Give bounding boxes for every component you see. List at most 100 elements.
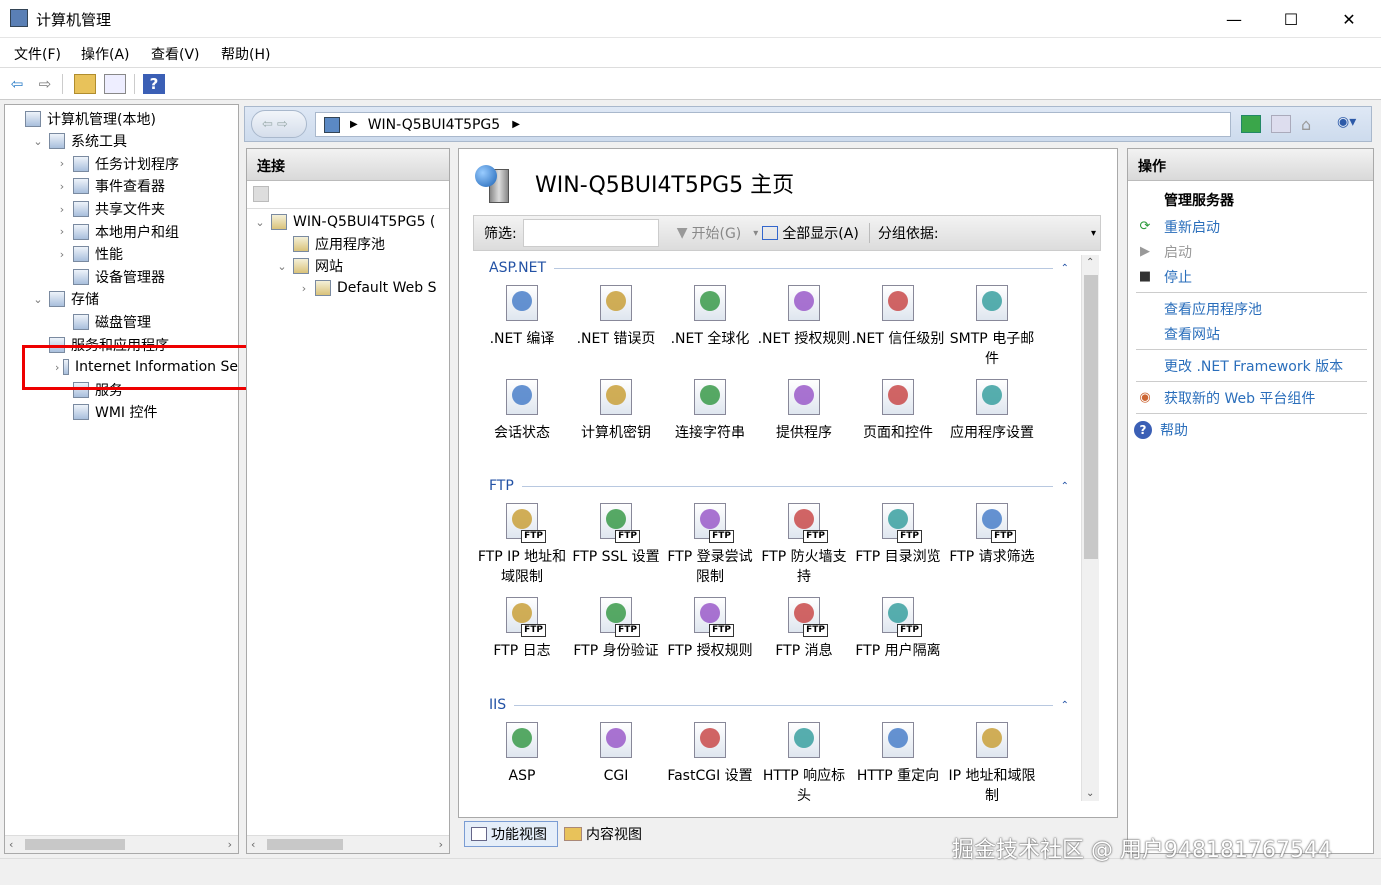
minimize-button[interactable]: — bbox=[1205, 0, 1263, 38]
expander-icon[interactable]: ⌄ bbox=[275, 260, 289, 273]
feature-item[interactable]: .NET 全球化 bbox=[663, 281, 757, 349]
action-item[interactable]: 查看网站 bbox=[1128, 321, 1373, 346]
menu-view[interactable]: 查看(V) bbox=[151, 44, 200, 64]
expander-icon[interactable]: ⌄ bbox=[253, 216, 267, 229]
close-button[interactable]: ✕ bbox=[1320, 0, 1378, 38]
collapse-icon[interactable]: ⌃ bbox=[1061, 481, 1069, 492]
menu-help[interactable]: 帮助(H) bbox=[221, 44, 270, 64]
expander-icon[interactable]: › bbox=[55, 180, 69, 193]
feature-item[interactable]: SMTP 电子邮件 bbox=[945, 281, 1039, 369]
expander-icon[interactable]: › bbox=[55, 248, 69, 261]
action-item[interactable]: ⟳ 重新启动 bbox=[1128, 214, 1373, 239]
back-arrow-icon[interactable]: ⇦ bbox=[6, 74, 28, 94]
connections-hscrollbar[interactable]: ‹ › bbox=[247, 835, 449, 853]
action-item[interactable]: ▶ 启动 bbox=[1128, 239, 1373, 264]
help-icon[interactable]: ? bbox=[143, 74, 165, 94]
address-box[interactable]: ▶ WIN-Q5BUI4T5PG5 ▶ bbox=[315, 112, 1231, 137]
action-item[interactable]: 更改 .NET Framework 版本 bbox=[1128, 353, 1373, 378]
feature-item[interactable]: FTP FTP 消息 bbox=[757, 593, 851, 661]
up-folder-icon[interactable] bbox=[74, 74, 96, 94]
tree-hscrollbar[interactable]: ‹ › bbox=[5, 835, 238, 853]
scroll-thumb[interactable] bbox=[1084, 275, 1098, 559]
feature-item[interactable]: 提供程序 bbox=[757, 375, 851, 443]
connection-node[interactable]: ⌄ 网站 bbox=[247, 255, 449, 277]
feature-item[interactable]: 会话状态 bbox=[475, 375, 569, 443]
collapse-icon[interactable]: ⌃ bbox=[1061, 263, 1069, 274]
collapse-icon[interactable]: ⌃ bbox=[1061, 700, 1069, 711]
feature-item[interactable]: FTP FTP 日志 bbox=[475, 593, 569, 661]
expander-icon[interactable]: ⌄ bbox=[31, 135, 45, 148]
tree-node[interactable]: › 事件查看器 bbox=[5, 175, 238, 198]
feature-item[interactable]: 应用程序设置 bbox=[945, 375, 1039, 443]
expander-icon[interactable]: ⌄ bbox=[31, 293, 45, 306]
go-icon[interactable] bbox=[1241, 115, 1261, 133]
feature-item[interactable]: FTP FTP SSL 设置 bbox=[569, 499, 663, 567]
expander-icon[interactable]: › bbox=[297, 282, 311, 295]
feature-item[interactable]: FTP FTP 授权规则 bbox=[663, 593, 757, 661]
scroll-thumb[interactable] bbox=[25, 839, 125, 850]
tree-node[interactable]: 磁盘管理 bbox=[5, 311, 238, 334]
expander-icon[interactable]: › bbox=[55, 203, 69, 216]
start-button[interactable]: 开始(G) bbox=[692, 223, 742, 243]
connection-node[interactable]: ⌄ WIN-Q5BUI4T5PG5 ( bbox=[247, 211, 449, 233]
maximize-button[interactable]: ☐ bbox=[1262, 0, 1320, 38]
breadcrumb-arrow-icon[interactable]: ▶ bbox=[512, 119, 520, 130]
funnel-icon[interactable]: ▼ bbox=[677, 225, 688, 241]
feature-item[interactable]: FTP FTP IP 地址和域限制 bbox=[475, 499, 569, 587]
tree-node[interactable]: › 共享文件夹 bbox=[5, 198, 238, 221]
action-item[interactable]: ? 帮助 bbox=[1128, 417, 1373, 442]
section-header[interactable]: IIS ⌃ bbox=[489, 694, 1069, 716]
group-by-dropdown[interactable]: 分组依据: bbox=[878, 223, 939, 243]
section-header[interactable]: FTP ⌃ bbox=[489, 475, 1069, 497]
action-item[interactable]: 查看应用程序池 bbox=[1128, 296, 1373, 321]
connection-node[interactable]: 应用程序池 bbox=[247, 233, 449, 255]
show-hide-tree-icon[interactable] bbox=[104, 74, 126, 94]
tree-node[interactable]: › 本地用户和组 bbox=[5, 220, 238, 243]
feature-item[interactable]: FTP FTP 请求筛选 bbox=[945, 499, 1039, 567]
feature-item[interactable]: .NET 授权规则 bbox=[757, 281, 851, 349]
show-all-button[interactable]: 全部显示(A) bbox=[782, 223, 859, 243]
feature-item[interactable]: 计算机密钥 bbox=[569, 375, 663, 443]
features-view-tab[interactable]: 功能视图 bbox=[464, 821, 558, 847]
scroll-thumb[interactable] bbox=[267, 839, 343, 850]
action-item[interactable]: ■ 停止 bbox=[1128, 264, 1373, 289]
feature-item[interactable]: .NET 编译 bbox=[475, 281, 569, 349]
feature-item[interactable]: FTP FTP 登录尝试限制 bbox=[663, 499, 757, 587]
feature-item[interactable]: FastCGI 设置 bbox=[663, 718, 757, 786]
tree-node[interactable]: 计算机管理(本地) bbox=[5, 108, 238, 130]
feature-item[interactable]: FTP FTP 身份验证 bbox=[569, 593, 663, 661]
features-vscrollbar[interactable]: ⌃ ⌄ bbox=[1081, 255, 1099, 801]
expander-icon[interactable]: › bbox=[55, 225, 69, 238]
stop-icon[interactable] bbox=[1271, 115, 1291, 133]
scroll-up-icon[interactable]: ⌃ bbox=[1086, 257, 1094, 268]
filter-overflow-icon[interactable]: ▾ bbox=[1091, 228, 1096, 239]
menu-file[interactable]: 文件(F) bbox=[14, 44, 61, 64]
feature-item[interactable]: FTP FTP 防火墙支持 bbox=[757, 499, 851, 587]
feature-item[interactable]: FTP FTP 目录浏览 bbox=[851, 499, 945, 567]
feature-item[interactable]: 页面和控件 bbox=[851, 375, 945, 443]
section-header[interactable]: ASP.NET ⌃ bbox=[489, 257, 1069, 279]
feature-item[interactable]: HTTP 重定向 bbox=[851, 718, 945, 786]
feature-item[interactable]: IP 地址和域限制 bbox=[945, 718, 1039, 801]
expander-icon[interactable]: › bbox=[55, 157, 69, 170]
filter-input[interactable] bbox=[522, 219, 659, 247]
tree-node[interactable]: › 任务计划程序 bbox=[5, 153, 238, 176]
tree-node[interactable]: ⌄ 存储 bbox=[5, 288, 238, 311]
connection-node[interactable]: › Default Web S bbox=[247, 277, 449, 299]
action-item[interactable]: ◉ 获取新的 Web 平台组件 bbox=[1128, 385, 1373, 410]
home-icon[interactable]: ⌂ bbox=[1301, 115, 1321, 134]
feature-item[interactable]: HTTP 响应标头 bbox=[757, 718, 851, 801]
feature-item[interactable]: .NET 错误页 bbox=[569, 281, 663, 349]
forward-arrow-icon[interactable]: ⇨ bbox=[34, 74, 56, 94]
scroll-down-icon[interactable]: ⌄ bbox=[1086, 788, 1094, 799]
tree-node[interactable]: › 性能 bbox=[5, 243, 238, 266]
tree-node[interactable]: WMI 控件 bbox=[5, 401, 238, 424]
dropdown-arrow-icon[interactable]: ▾ bbox=[753, 228, 758, 239]
tree-node[interactable]: 设备管理器 bbox=[5, 266, 238, 289]
feature-item[interactable]: .NET 信任级别 bbox=[851, 281, 945, 349]
breadcrumb-server[interactable]: WIN-Q5BUI4T5PG5 bbox=[368, 117, 500, 133]
tree-node[interactable]: ⌄ 系统工具 bbox=[5, 130, 238, 153]
nav-back-forward-button[interactable]: ⇦ ⇨ bbox=[251, 110, 307, 138]
help-dropdown-icon[interactable]: ◉▾ bbox=[1337, 114, 1367, 134]
feature-item[interactable]: 连接字符串 bbox=[663, 375, 757, 443]
